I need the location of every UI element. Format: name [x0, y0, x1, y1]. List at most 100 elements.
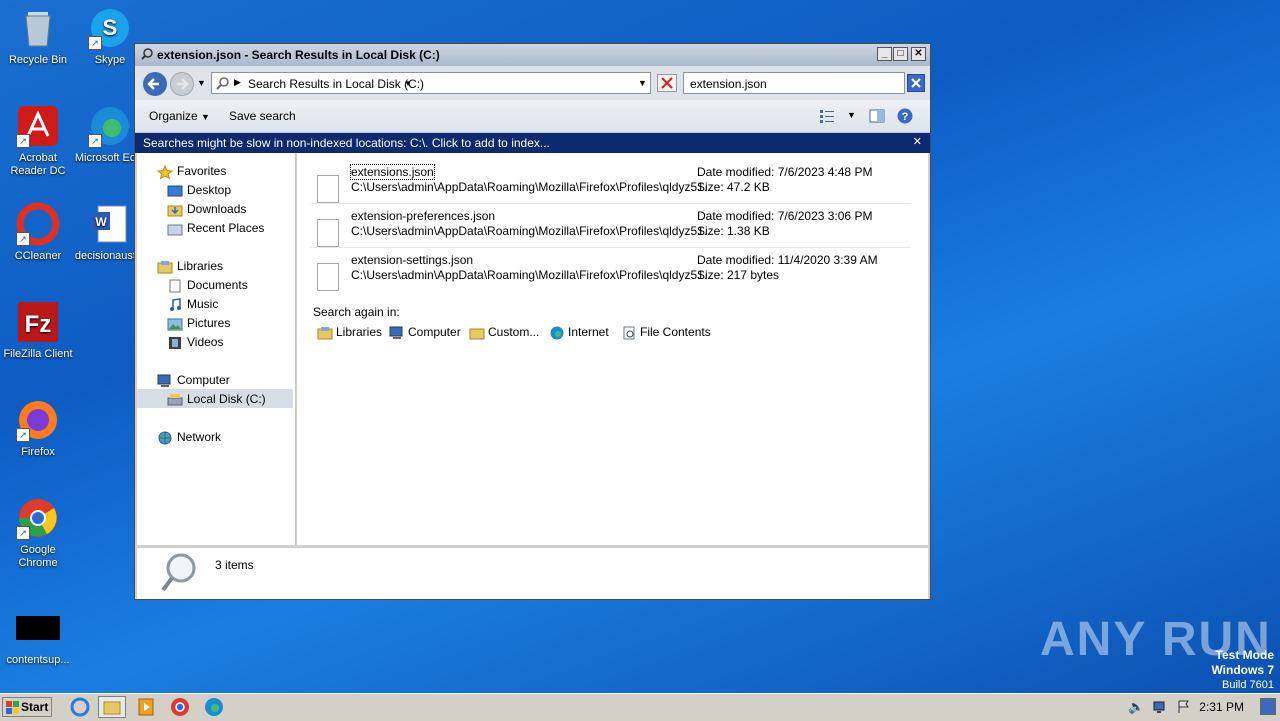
search-result-row[interactable]: extension-preferences.json C:\Users\admi… [311, 205, 911, 248]
star-icon [157, 164, 173, 179]
save-search-button[interactable]: Save search [229, 109, 296, 123]
stop-button[interactable] [657, 74, 677, 92]
search-box[interactable] [683, 72, 905, 94]
help-icon[interactable]: ? [897, 108, 913, 124]
nav-item-music[interactable]: Music [167, 297, 218, 312]
navigation-pane: Favorites Desktop Downloads Recent Place… [137, 153, 296, 545]
search-again-text: Libraries [336, 325, 383, 339]
internet-explorer-icon [70, 697, 90, 717]
nav-item-network[interactable]: Network [157, 430, 221, 445]
libraries-icon [157, 260, 173, 274]
search-again-custom[interactable]: Custom... [469, 325, 539, 340]
action-center-flag-icon[interactable] [1176, 699, 1192, 715]
explorer-window: extension.json - Search Results in Local… [134, 43, 931, 600]
nav-item-downloads[interactable]: Downloads [167, 202, 246, 217]
address-history-chevron-icon[interactable]: ▼ [638, 78, 647, 88]
search-again-file-contents[interactable]: File Contents [621, 325, 711, 340]
desktop-icon-chrome[interactable]: ↗ Google Chrome [0, 496, 76, 570]
hard-drive-icon [167, 393, 183, 406]
clear-search-button[interactable] [907, 74, 925, 92]
nav-item-favorites[interactable]: Favorites [157, 164, 226, 179]
nav-item-recent-places[interactable]: Recent Places [167, 221, 264, 236]
result-size: Size: 1.38 KB [697, 224, 770, 238]
taskbar-chrome-button[interactable] [166, 696, 194, 718]
close-infobar-icon[interactable]: ✕ [913, 135, 922, 148]
desktop-icon-firefox[interactable]: ↗ Firefox [0, 398, 76, 459]
svg-text:Fz: Fz [25, 311, 52, 338]
nav-item-computer[interactable]: Computer [157, 373, 230, 388]
search-input[interactable] [688, 76, 872, 92]
custom-folder-icon [469, 328, 485, 340]
taskbar-edge-button[interactable] [200, 696, 228, 718]
volume-icon[interactable]: 🔈 [1128, 699, 1144, 715]
taskbar-explorer-button[interactable] [98, 696, 126, 718]
nav-label: Videos [187, 335, 224, 349]
view-options-icon[interactable] [819, 109, 835, 123]
watermark-line3: Build 7601 [1222, 679, 1274, 691]
edge-icon: ↗ [88, 104, 132, 148]
address-text: Search Results in Local Disk (C:) [248, 77, 425, 91]
documents-icon [169, 279, 181, 293]
nav-item-pictures[interactable]: Pictures [167, 316, 230, 331]
nav-item-libraries[interactable]: Libraries [157, 259, 223, 274]
svg-text:?: ? [902, 111, 909, 123]
breadcrumb-chevron-icon[interactable]: ▶ [234, 77, 241, 88]
desktop-icon-recycle-bin[interactable]: Recycle Bin [0, 6, 76, 67]
address-bar[interactable]: ▶ Search Results in Local Disk (C:) ▼ ▼ [211, 72, 651, 94]
recent-places-icon [167, 224, 183, 236]
index-info-bar[interactable]: Searches might be slow in non-indexed lo… [135, 133, 930, 153]
network-tray-icon[interactable] [1152, 699, 1168, 715]
forward-button[interactable] [170, 72, 194, 96]
address-dropdown-icon[interactable]: ▼ [404, 79, 412, 88]
maximize-button[interactable]: □ [893, 47, 908, 61]
nav-label: Libraries [177, 259, 224, 273]
organize-button[interactable]: Organize ▼ [149, 109, 210, 123]
magnifier-icon [161, 553, 196, 592]
desktop-icon-ccleaner[interactable]: ↗ CCleaner [0, 202, 76, 263]
result-name[interactable]: extensions.json [350, 164, 435, 180]
libraries-icon [317, 326, 333, 340]
desktop-icon-acrobat[interactable]: ↗ Acrobat Reader DC [0, 104, 76, 178]
shortcut-arrow-icon: ↗ [88, 134, 102, 148]
black-file-icon [16, 606, 60, 650]
search-window-icon [141, 48, 153, 60]
back-button[interactable] [143, 72, 167, 96]
search-again-internet[interactable]: Internet [549, 325, 609, 340]
desktop-icon-filezilla[interactable]: Fz FileZilla Client [0, 300, 76, 361]
nav-item-videos[interactable]: Videos [167, 335, 223, 350]
result-name[interactable]: extension-settings.json [351, 253, 473, 267]
search-again-label: Search again in: [313, 305, 400, 319]
nav-item-desktop[interactable]: Desktop [167, 183, 231, 198]
details-pane: 3 items [137, 547, 928, 599]
nav-item-documents[interactable]: Documents [167, 278, 248, 293]
result-size: Size: 217 bytes [697, 268, 780, 282]
nav-label: Documents [187, 278, 248, 292]
search-result-row[interactable]: extensions.json C:\Users\admin\AppData\R… [311, 161, 911, 204]
nav-label: Computer [177, 373, 230, 387]
close-button[interactable]: ✕ [911, 47, 926, 61]
desktop-icon [167, 185, 183, 197]
taskbar-clock[interactable]: 2:31 PM [1199, 700, 1244, 714]
nav-label: Recent Places [187, 221, 265, 235]
command-bar: Organize ▼ Save search ▼ ? [135, 100, 930, 133]
nav-label: Network [177, 430, 222, 444]
result-date: Date modified: 11/4/2020 3:39 AM [697, 253, 878, 267]
ccleaner-icon: ↗ [16, 202, 60, 246]
search-again-computer[interactable]: Computer [389, 325, 461, 340]
nav-label: Favorites [177, 164, 227, 178]
acrobat-icon: ↗ [16, 104, 60, 148]
show-desktop-button[interactable] [1260, 698, 1276, 715]
search-result-row[interactable]: extension-settings.json C:\Users\admin\A… [311, 249, 911, 291]
recent-pages-chevron-icon[interactable]: ▼ [197, 78, 206, 88]
minimize-button[interactable]: _ [877, 47, 892, 61]
nav-item-local-disk[interactable]: Local Disk (C:) [137, 389, 293, 408]
start-button[interactable]: Start [2, 697, 52, 717]
taskbar-ie-button[interactable] [66, 696, 94, 718]
title-bar[interactable]: extension.json - Search Results in Local… [135, 44, 930, 66]
view-dropdown-icon[interactable]: ▼ [847, 110, 856, 120]
taskbar-media-button[interactable] [132, 696, 160, 718]
result-name[interactable]: extension-preferences.json [351, 209, 495, 223]
search-again-libraries[interactable]: Libraries [317, 325, 382, 340]
desktop-icon-contentsup[interactable]: contentsup... [0, 606, 76, 667]
preview-pane-icon[interactable] [869, 108, 885, 124]
